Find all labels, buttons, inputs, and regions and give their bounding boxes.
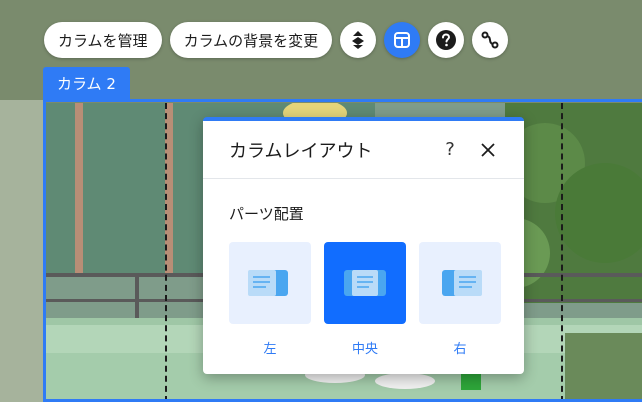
section-label: パーツ配置: [229, 205, 304, 223]
arrange-button[interactable]: [340, 22, 377, 58]
help-icon: [436, 30, 457, 50]
adjacent-column[interactable]: [0, 100, 45, 402]
column-divider-left: [165, 103, 167, 402]
align-left-icon: [248, 270, 288, 296]
connect-button[interactable]: [472, 22, 509, 58]
panel-body: パーツ配置 左 中央 右: [203, 179, 524, 357]
align-center-option[interactable]: 中央: [324, 242, 406, 357]
panel-help-button[interactable]: ?: [438, 139, 462, 160]
connect-icon: [481, 31, 499, 49]
column-layout-panel: カラムレイアウト ? パーツ配置 左 中央 右: [203, 117, 524, 374]
option-label: 左: [263, 342, 277, 357]
align-right-option[interactable]: 右: [419, 242, 501, 357]
layout-button[interactable]: [384, 22, 421, 58]
help-button[interactable]: [428, 22, 465, 58]
align-left-option[interactable]: 左: [229, 242, 311, 357]
arrange-icon: [352, 31, 365, 49]
option-label: 右: [453, 342, 467, 357]
manage-columns-button[interactable]: カラムを管理: [44, 22, 162, 58]
column-label-tab[interactable]: カラム 2: [43, 67, 130, 100]
panel-title: カラムレイアウト: [229, 140, 373, 162]
column-toolbar: カラムを管理 カラムの背景を変更: [44, 22, 509, 58]
option-card[interactable]: [324, 242, 406, 324]
alignment-options: 左 中央 右: [229, 242, 501, 357]
option-card[interactable]: [229, 242, 311, 324]
align-center-icon: [344, 270, 386, 296]
change-background-button[interactable]: カラムの背景を変更: [169, 22, 333, 58]
align-right-icon: [442, 270, 482, 296]
option-card[interactable]: [419, 242, 501, 324]
option-label: 中央: [351, 342, 378, 357]
column-divider-right: [561, 103, 563, 402]
layout-icon: [394, 32, 411, 48]
close-icon: [481, 142, 495, 157]
close-button[interactable]: [478, 140, 498, 160]
panel-header: カラムレイアウト ?: [203, 121, 524, 179]
